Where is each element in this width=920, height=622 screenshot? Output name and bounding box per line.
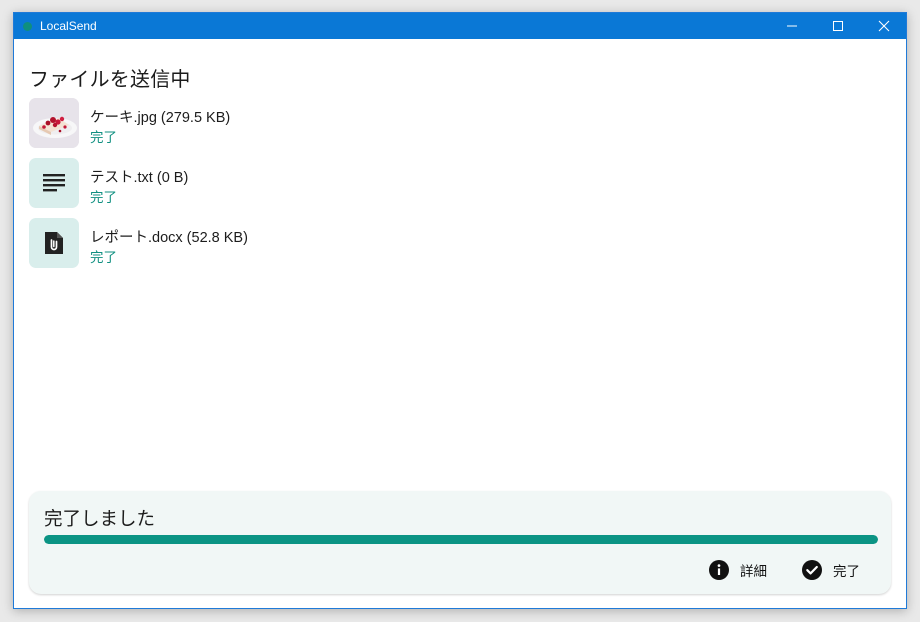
- check-circle-icon: [802, 560, 822, 580]
- window-title: LocalSend: [40, 19, 97, 33]
- cake-image-thumbnail: [29, 98, 79, 148]
- done-button[interactable]: 完了: [802, 557, 860, 583]
- details-button[interactable]: 詳細: [709, 557, 767, 583]
- maximize-icon: [833, 21, 843, 31]
- document-file-icon-tile: [29, 218, 79, 268]
- app-window: LocalSend ファイルを送信中 ケーキ.jpg (279.5 KB) 完了…: [13, 12, 907, 609]
- close-button[interactable]: [861, 13, 906, 39]
- file-row-cake: ケーキ.jpg (279.5 KB) 完了: [29, 98, 629, 148]
- file-status: 完了: [90, 190, 117, 205]
- transfer-status-title: 完了しました: [44, 509, 156, 530]
- transfer-summary-panel: 完了しました 詳細 完了: [29, 491, 891, 594]
- attachment-file-icon: [45, 232, 63, 254]
- file-status: 完了: [90, 250, 117, 265]
- file-status: 完了: [90, 130, 117, 145]
- file-name: テスト.txt (0 B): [90, 170, 189, 186]
- minimize-icon: [787, 25, 797, 27]
- minimize-button[interactable]: [769, 13, 815, 39]
- details-button-label: 詳細: [740, 564, 767, 579]
- progress-bar: [44, 535, 878, 544]
- file-name: ケーキ.jpg (279.5 KB): [90, 110, 231, 126]
- text-lines-icon: [43, 174, 65, 192]
- page-title: ファイルを送信中: [29, 67, 191, 91]
- title-bar[interactable]: LocalSend: [14, 13, 906, 39]
- progress-bar-fill: [44, 535, 878, 544]
- file-row-text: テスト.txt (0 B) 完了: [29, 158, 629, 208]
- maximize-button[interactable]: [815, 13, 861, 39]
- done-button-label: 完了: [833, 564, 860, 579]
- text-file-icon-tile: [29, 158, 79, 208]
- file-name: レポート.docx (52.8 KB): [90, 230, 248, 246]
- info-icon: [709, 560, 729, 580]
- file-row-docx: レポート.docx (52.8 KB) 完了: [29, 218, 629, 268]
- localsend-app-icon: [23, 22, 32, 31]
- close-icon: [878, 20, 890, 32]
